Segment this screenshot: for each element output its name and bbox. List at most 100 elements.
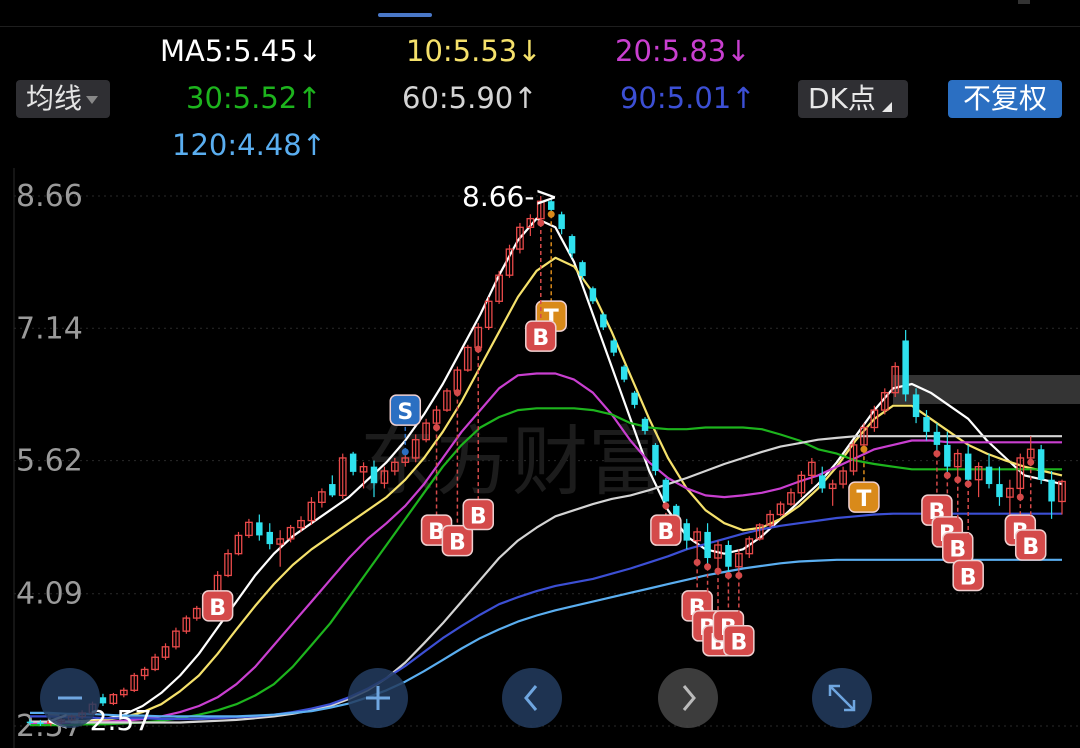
candle (151, 653, 159, 672)
candle-body (600, 314, 607, 328)
dk-point-selector[interactable]: DK点 (798, 80, 908, 118)
y-axis-labels: 8.667.145.624.092.57 (16, 179, 83, 744)
ma20-arrow: ↓ (726, 34, 751, 68)
candle (161, 643, 170, 660)
candle (933, 423, 941, 454)
adjust-type-label: 不复权 (962, 82, 1047, 115)
ma120-legend: 120:4.48↑ (172, 128, 326, 162)
prev-button[interactable] (502, 668, 562, 728)
tab-indicator (378, 13, 432, 17)
signal-dot (401, 448, 409, 456)
candle-body (631, 392, 638, 405)
signal-dot (714, 567, 722, 575)
candle-body (370, 466, 378, 484)
dropdown-arrow-icon (86, 96, 99, 104)
plus-icon (366, 686, 390, 710)
dk-label: DK点 (808, 82, 876, 115)
candle-body (902, 340, 909, 395)
candlestick-chart[interactable]: 东方财富 8.667.145.624.092.57 BSBBBTBBBBBBBT… (0, 168, 1080, 748)
candle (610, 338, 617, 357)
candle-body (558, 214, 565, 230)
ma20-label: 20:5.83 (615, 34, 727, 68)
candle (119, 687, 128, 698)
candle (839, 466, 847, 489)
corner-triangle-icon (881, 102, 892, 112)
candle-body (985, 466, 993, 485)
candle (714, 540, 722, 572)
ma90-label: 90:5.01 (620, 81, 732, 115)
signal-letter: B (657, 520, 674, 545)
candle (256, 514, 263, 541)
zoom-in-button[interactable] (348, 668, 408, 728)
candle-body (1048, 479, 1055, 502)
zoom-out-button[interactable] (40, 668, 100, 728)
ma10-label: 10:5.53 (406, 34, 518, 68)
candle (704, 523, 711, 567)
candle (631, 390, 638, 409)
signal-dot (662, 502, 670, 510)
signal-marker-b: B (201, 590, 234, 622)
candle (807, 457, 816, 485)
candle (787, 488, 795, 506)
candle (1005, 479, 1014, 515)
signal-letter: S (397, 400, 413, 425)
candle (349, 451, 357, 476)
ma90-legend: 90:5.01↑ (620, 81, 756, 115)
ma30-label: 30:5.52 (186, 81, 298, 115)
signal-dot (954, 476, 962, 484)
candle-body (589, 288, 597, 302)
candle (172, 627, 180, 650)
candle-body (1037, 449, 1045, 480)
max-price-label: 8.66-> (462, 180, 558, 213)
candle (234, 531, 243, 556)
signal-dot (943, 471, 951, 479)
ma60-label: 60:5.90 (402, 81, 514, 115)
candle (683, 518, 690, 550)
candle (964, 444, 972, 485)
candle (463, 344, 472, 372)
candle (329, 475, 336, 498)
candle (526, 214, 535, 237)
candle (224, 549, 232, 578)
signal-dot (474, 345, 482, 353)
candle-body (923, 417, 930, 432)
candle (620, 364, 628, 383)
fullscreen-button[interactable] (812, 668, 872, 728)
adjust-type-button[interactable]: 不复权 (948, 80, 1062, 118)
zoom-out-icon (58, 696, 82, 700)
candle (1048, 471, 1055, 519)
ma5-arrow: ↓ (297, 34, 322, 68)
candle (1026, 436, 1035, 463)
ma-type-label: 均线 (26, 82, 83, 115)
signal-dot (964, 480, 972, 488)
candle-body (568, 236, 576, 254)
ma5-label: MA5:5.45 (160, 34, 298, 68)
ma-type-dropdown[interactable]: 均线 (16, 80, 110, 118)
candle (245, 518, 253, 539)
candle-body (579, 262, 586, 277)
chevron-right-icon (682, 685, 696, 711)
chevron-left-icon (524, 685, 538, 711)
signal-letter: B (949, 538, 966, 563)
signal-dot (735, 571, 743, 579)
signal-dot (693, 558, 701, 566)
candle-body (683, 523, 690, 541)
candle (797, 471, 806, 498)
top-bar (0, 0, 1080, 27)
price-zone-band (893, 375, 1080, 404)
candle (776, 501, 785, 517)
candle (974, 462, 983, 498)
signal-letter: T (856, 487, 871, 512)
ma20-legend: 20:5.83↓ (615, 34, 751, 68)
candle (953, 449, 962, 480)
next-button[interactable] (658, 668, 718, 728)
candle-body (620, 366, 628, 380)
candle-body (256, 522, 263, 536)
ma120-label: 120:4.48 (172, 128, 302, 162)
candle (474, 323, 483, 350)
candle (828, 479, 837, 506)
expand-icon (828, 684, 856, 712)
signal-dot (433, 423, 441, 431)
candle-body (652, 444, 659, 472)
signal-letter: B (470, 505, 487, 530)
